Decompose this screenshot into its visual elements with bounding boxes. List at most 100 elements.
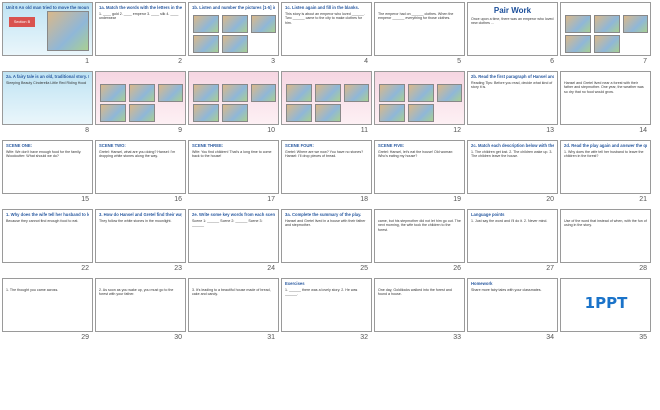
slide-thumbnail[interactable]: Language points 1. Just say the word and … (467, 209, 558, 274)
slide-preview[interactable]: 1c. Listen again and fill in the blanks.… (281, 2, 372, 56)
slide-preview[interactable]: Language points 1. Just say the word and … (467, 209, 558, 263)
slide-number: 25 (360, 265, 368, 272)
slide-thumbnail[interactable]: 2a. A fairy tale is an old, traditional … (2, 71, 93, 136)
slide-thumbnail[interactable]: 1a. Match the words with the letters in … (95, 2, 186, 67)
slide-picture (594, 35, 620, 53)
slide-thumbnail[interactable]: came, but his stepmother did not let him… (374, 209, 465, 274)
slide-title: 3a. Complete the summary of the play. (285, 212, 362, 217)
slide-preview[interactable]: SCENE ONE: Wife: We don't have enough foo… (2, 140, 93, 194)
slide-body-text: 1. Just say the word and I'll do it. 2. … (471, 219, 548, 223)
slide-preview[interactable]: 2b. Read the first paragraph of Hansel a… (467, 71, 558, 125)
slide-preview[interactable]: 1PPT (560, 278, 651, 332)
slide-picture (565, 15, 591, 33)
slide-title: SCENE TWO: (99, 143, 126, 148)
slide-body-text: Scene 1: ______ Scene 2: ______ Scene 3:… (192, 219, 263, 228)
slide-preview[interactable]: Homework Share more fairy tales with your… (467, 278, 558, 332)
slide-number: 17 (267, 196, 275, 203)
slide-number: 15 (81, 196, 89, 203)
slide-number: 30 (174, 334, 182, 341)
slide-body-text: One day, Goldilocks walked into the fore… (378, 288, 452, 297)
slide-body-text: 3. It's leading to a beautiful house mad… (192, 288, 271, 297)
slide-preview[interactable]: 1a. Match the words with the letters in … (95, 2, 186, 56)
slide-preview[interactable]: Use of the word that instead of when, wi… (560, 209, 651, 263)
slide-thumbnail[interactable]: SCENE TWO: Gretel: Hansel, what are you d… (95, 140, 186, 205)
slide-picture (379, 84, 405, 102)
slide-preview[interactable] (374, 71, 465, 125)
slide-thumbnail[interactable]: 2e. Write some key words from each scene… (188, 209, 279, 274)
slide-thumbnail[interactable]: Pair Work Once upon a time, there was an … (467, 2, 558, 67)
slide-thumbnail[interactable]: Homework Share more fairy tales with your… (467, 278, 558, 343)
slide-picture (193, 84, 219, 102)
slide-title: 1. Why does the wife tell her husband to… (6, 212, 89, 217)
slide-thumbnail[interactable]: 2d. Read the play again and answer the q… (560, 140, 651, 205)
slide-picture (565, 35, 591, 53)
slide-thumbnail[interactable]: The emperor had on ______ clothes. When … (374, 2, 465, 67)
slide-thumbnail[interactable]: 3. How do Hansel and Gretel find their w… (95, 209, 186, 274)
slide-preview[interactable]: Exercises 1. ______ there was a lovely st… (281, 278, 372, 332)
slide-picture (222, 104, 248, 122)
slide-preview[interactable]: 1. Why does the wife tell her husband to… (2, 209, 93, 263)
slide-thumbnail[interactable]: 1PPT 35 (560, 278, 651, 343)
slide-thumbnail[interactable]: 1c. Listen again and fill in the blanks.… (281, 2, 372, 67)
slide-preview[interactable]: 2a. A fairy tale is an old, traditional … (2, 71, 93, 125)
slide-preview[interactable]: Pair Work Once upon a time, there was an … (467, 2, 558, 56)
slide-body-text: 1. ____ gold 2. ____ emperor 3. ____ sil… (99, 12, 179, 21)
slide-preview[interactable]: 1b. Listen and number the pictures [1-5]… (188, 2, 279, 56)
slide-preview[interactable] (188, 71, 279, 125)
slide-thumbnail[interactable]: One day, Goldilocks walked into the fore… (374, 278, 465, 343)
slide-thumbnail[interactable]: SCENE ONE: Wife: We don't have enough foo… (2, 140, 93, 205)
slide-thumbnail[interactable]: SCENE FIVE: Gretel: Hansel, let's eat the… (374, 140, 465, 205)
slide-preview[interactable]: Unit 6 An old man tried to move the moun… (2, 2, 93, 56)
slide-thumbnail[interactable]: Hansel and Gretel lived near a forest wi… (560, 71, 651, 136)
slide-thumbnail[interactable]: 7 (560, 2, 651, 67)
slide-preview[interactable]: SCENE FOUR: Gretel: Where are we now? You… (281, 140, 372, 194)
slide-preview[interactable]: SCENE THREE: Wife: You find children! Tha… (188, 140, 279, 194)
slide-preview[interactable]: 3. How do Hansel and Gretel find their w… (95, 209, 186, 263)
slide-thumbnail[interactable]: Exercises 1. ______ there was a lovely st… (281, 278, 372, 343)
slide-body-text: Share more fairy tales with your classma… (471, 288, 542, 292)
slide-title: Unit 6 An old man tried to move the moun… (6, 5, 89, 10)
slide-thumbnail[interactable]: 10 (188, 71, 279, 136)
slide-preview[interactable]: The emperor had on ______ clothes. When … (374, 2, 465, 56)
slide-thumbnail[interactable]: 1. Why does the wife tell her husband to… (2, 209, 93, 274)
slide-thumbnail[interactable]: SCENE THREE: Wife: You find children! Tha… (188, 140, 279, 205)
slide-thumbnail[interactable]: 2. As soon as you wake up, you must go t… (95, 278, 186, 343)
slide-thumbnail[interactable]: 12 (374, 71, 465, 136)
slide-preview[interactable]: 2c. Match each description below with th… (467, 140, 558, 194)
slide-thumbnail[interactable]: 9 (95, 71, 186, 136)
slide-thumbnail[interactable]: 2c. Match each description below with th… (467, 140, 558, 205)
slide-preview[interactable]: 2e. Write some key words from each scene… (188, 209, 279, 263)
slide-preview[interactable]: 2d. Read the play again and answer the q… (560, 140, 651, 194)
slide-preview[interactable]: came, but his stepmother did not let him… (374, 209, 465, 263)
slide-picture (286, 84, 312, 102)
slide-thumbnail[interactable]: Unit 6 An old man tried to move the moun… (2, 2, 93, 67)
slide-preview[interactable] (560, 2, 651, 56)
slide-number: 9 (178, 127, 182, 134)
slide-preview[interactable] (281, 71, 372, 125)
slide-preview[interactable]: 3. It's leading to a beautiful house mad… (188, 278, 279, 332)
slide-picture (251, 15, 276, 33)
slide-preview[interactable]: 3a. Complete the summary of the play. Han… (281, 209, 372, 263)
slide-number: 24 (267, 265, 275, 272)
slide-preview[interactable]: SCENE TWO: Gretel: Hansel, what are you d… (95, 140, 186, 194)
slide-thumbnail[interactable]: Use of the word that instead of when, wi… (560, 209, 651, 274)
slide-preview[interactable]: 2. As soon as you wake up, you must go t… (95, 278, 186, 332)
slide-thumbnail[interactable]: 3. It's leading to a beautiful house mad… (188, 278, 279, 343)
slide-number: 29 (81, 334, 89, 341)
slide-thumbnail[interactable]: 11 (281, 71, 372, 136)
slide-thumbnail[interactable]: 3a. Complete the summary of the play. Han… (281, 209, 372, 274)
slide-thumbnail[interactable]: SCENE FOUR: Gretel: Where are we now? You… (281, 140, 372, 205)
slide-preview[interactable]: SCENE FIVE: Gretel: Hansel, let's eat the… (374, 140, 465, 194)
slide-thumbnail[interactable]: 2b. Read the first paragraph of Hansel a… (467, 71, 558, 136)
slide-picture (222, 84, 248, 102)
slide-thumbnail[interactable]: 1b. Listen and number the pictures [1-5]… (188, 2, 279, 67)
slide-preview[interactable]: Hansel and Gretel lived near a forest wi… (560, 71, 651, 125)
slide-thumbnail[interactable]: 1. The thought you came across. 29 (2, 278, 93, 343)
slide-title: 1b. Listen and number the pictures [1-5]… (192, 5, 275, 10)
slide-body-text: 1. ______ there was a lovely story. 2. H… (285, 288, 358, 297)
slide-preview[interactable] (95, 71, 186, 125)
slide-number: 27 (546, 265, 554, 272)
slide-preview[interactable]: 1. The thought you came across. (2, 278, 93, 332)
slide-preview[interactable]: One day, Goldilocks walked into the fore… (374, 278, 465, 332)
slide-body-text: came, but his stepmother did not let him… (378, 219, 461, 232)
